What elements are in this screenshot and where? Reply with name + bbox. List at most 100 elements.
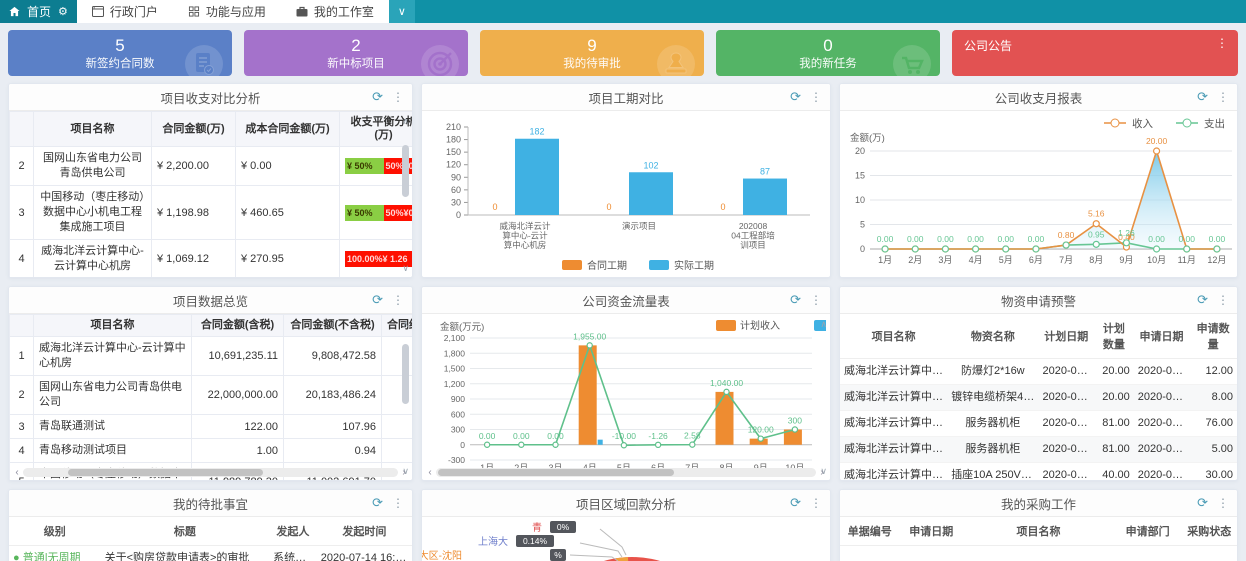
svg-text:5月: 5月 bbox=[999, 255, 1013, 265]
announcement-title: 公司公告 bbox=[964, 39, 1012, 53]
scrollbar-thumb[interactable] bbox=[402, 145, 409, 197]
nav-home-tab[interactable]: 首页 ⚙ bbox=[0, 0, 77, 23]
apply-date-cell: 2020-06-28 bbox=[1134, 437, 1190, 463]
column-header: 计划数量 bbox=[1094, 314, 1134, 359]
table-row[interactable]: 1威海北洋云计算中心-云计算中心机房10,691,235.119,808,472… bbox=[10, 337, 413, 376]
amount-cell: 0.00 bbox=[382, 439, 413, 463]
scrollbar-track[interactable] bbox=[436, 468, 816, 477]
kebab-icon[interactable]: ⋮ bbox=[1217, 496, 1229, 510]
table-row[interactable]: 2国网山东省电力公司青岛供电公司¥ 2,200.00¥ 0.00¥ 50%50%… bbox=[10, 147, 413, 186]
table-row[interactable]: ● 普通|无周期关于<购房贷款申请表>的审批系统管理员2020-07-14 16… bbox=[9, 546, 412, 561]
svg-text:4月: 4月 bbox=[969, 255, 983, 265]
announcement-card[interactable]: 公司公告 ⋮ bbox=[952, 30, 1238, 76]
nav-tab-my-studio[interactable]: 我的工作室 bbox=[281, 0, 389, 23]
refresh-icon[interactable]: ⟳ bbox=[372, 495, 383, 511]
horizontal-scrollbar[interactable]: ‹› bbox=[424, 467, 828, 478]
table-row[interactable]: 3中国移动（枣庄移动）数据中心小机电工程集成施工项目¥ 1,198.98¥ 46… bbox=[10, 186, 413, 240]
table-row[interactable]: 威海北洋云计算中心-云计算...插座10A 250V 三极五孔插座2020-06… bbox=[840, 463, 1237, 481]
amount-cell: 0.94 bbox=[284, 439, 382, 463]
kebab-icon[interactable]: ⋮ bbox=[392, 90, 404, 104]
scroll-chevron[interactable]: ∧ bbox=[820, 320, 827, 329]
kebab-icon[interactable]: ⋮ bbox=[810, 90, 822, 104]
contract-amount-cell: ¥ 1,069.12 bbox=[152, 240, 236, 278]
amount-cell: 10,691,235.11 bbox=[192, 337, 284, 376]
panel-title: 项目收支对比分析 bbox=[160, 88, 260, 107]
table-row[interactable]: 2国网山东省电力公司青岛供电公司22,000,000.0020,183,486.… bbox=[10, 376, 413, 415]
kpi-card-my-approvals[interactable]: 9 我的待审批 bbox=[480, 30, 704, 76]
gear-icon[interactable]: ⚙ bbox=[58, 5, 68, 18]
table-row[interactable]: 4威海北洋云计算中心-云计算中心机房¥ 1,069.12¥ 270.95100.… bbox=[10, 240, 413, 278]
kebab-icon[interactable]: ⋮ bbox=[392, 496, 404, 510]
column-header: 申请日期 bbox=[1134, 314, 1190, 359]
column-header: 物资名称 bbox=[947, 314, 1038, 359]
material-name-cell: 服务器机柜 bbox=[947, 411, 1038, 437]
svg-text:1,500: 1,500 bbox=[444, 364, 466, 374]
kebab-icon[interactable]: ⋮ bbox=[810, 496, 822, 510]
scroll-chevron[interactable]: ∧ bbox=[402, 117, 409, 126]
kebab-icon[interactable]: ⋮ bbox=[1217, 293, 1229, 307]
kebab-icon[interactable]: ⋮ bbox=[810, 293, 822, 307]
refresh-icon[interactable]: ⟳ bbox=[1197, 292, 1208, 308]
project-name-cell: 中国移动（枣庄移动）数据中心小机电工程集成施工项目 bbox=[34, 186, 152, 240]
scroll-right-arrow[interactable]: › bbox=[398, 467, 410, 478]
plan-qty-cell: 40.00 bbox=[1094, 463, 1134, 481]
cost-amount-cell: ¥ 460.65 bbox=[236, 186, 340, 240]
svg-text:5: 5 bbox=[860, 220, 865, 230]
kpi-label: 新中标项目 bbox=[327, 55, 385, 71]
plan-date-cell: 2020-06-22 bbox=[1038, 411, 1094, 437]
refresh-icon[interactable]: ⟳ bbox=[372, 89, 383, 105]
table-row[interactable]: 威海北洋云计算中心-云计算...服务器机柜2020-06-2281.002020… bbox=[840, 411, 1237, 437]
table-row[interactable]: 4青岛移动测试项目1.000.940.000.0 bbox=[10, 439, 413, 463]
refresh-icon[interactable]: ⟳ bbox=[1197, 495, 1208, 511]
scroll-chevron[interactable]: ∧ bbox=[402, 320, 409, 329]
scrollbar-thumb[interactable] bbox=[438, 469, 674, 476]
panel-title: 项目区域回款分析 bbox=[576, 494, 676, 513]
amount-cell: 1.00 bbox=[192, 439, 284, 463]
amount-cell: 9,808,472.58 bbox=[284, 337, 382, 376]
svg-text:20.00: 20.00 bbox=[1146, 136, 1168, 146]
kebab-icon[interactable]: ⋮ bbox=[1216, 36, 1228, 50]
refresh-icon[interactable]: ⟳ bbox=[372, 292, 383, 308]
table-row[interactable]: 3青岛联通测试122.00107.960.000.0 bbox=[10, 415, 413, 439]
balance-bar: ¥ 50%50%¥0.0 bbox=[345, 205, 412, 221]
table-row[interactable]: 威海北洋云计算中心-云计算...服务器机柜2020-06-2281.002020… bbox=[840, 437, 1237, 463]
scrollbar-thumb[interactable] bbox=[68, 469, 263, 476]
kpi-card-new-contracts[interactable]: 5 新签约合同数 bbox=[8, 30, 232, 76]
kebab-icon[interactable]: ⋮ bbox=[392, 293, 404, 307]
nav-tab-functions-apps[interactable]: 功能与应用 bbox=[173, 0, 281, 23]
income-expense-table: 项目名称合同金额(万)成本合同金额(万)收支平衡分析(万)2国网山东省电力公司青… bbox=[9, 111, 412, 277]
refresh-icon[interactable]: ⟳ bbox=[1197, 89, 1208, 105]
svg-text:1,955.00: 1,955.00 bbox=[573, 331, 606, 341]
kpi-card-my-tasks[interactable]: 0 我的新任务 bbox=[716, 30, 940, 76]
svg-text:1.26: 1.26 bbox=[1118, 228, 1135, 238]
svg-text:金额(万): 金额(万) bbox=[850, 132, 885, 144]
amount-cell: 122.00 bbox=[192, 415, 284, 439]
scroll-left-arrow[interactable]: ‹ bbox=[424, 467, 436, 478]
scroll-chevron[interactable]: ∨ bbox=[402, 264, 409, 273]
refresh-icon[interactable]: ⟳ bbox=[790, 495, 801, 511]
table-row[interactable]: 威海北洋云计算中心-云计算...镀锌电缆桥架400*1002020-06-222… bbox=[840, 385, 1237, 411]
refresh-icon[interactable]: ⟳ bbox=[790, 292, 801, 308]
project-name-cell: 国网山东省电力公司青岛供电公司 bbox=[34, 147, 152, 186]
scrollbar-track[interactable] bbox=[23, 468, 398, 477]
kebab-icon[interactable]: ⋮ bbox=[1217, 90, 1229, 104]
svg-text:收入: 收入 bbox=[1132, 117, 1154, 130]
kpi-card-new-bids[interactable]: 2 新中标项目 bbox=[244, 30, 468, 76]
row-index: 2 bbox=[10, 147, 34, 186]
svg-text:202008: 202008 bbox=[739, 221, 768, 231]
svg-text:-10.00: -10.00 bbox=[612, 431, 636, 441]
svg-text:0.00: 0.00 bbox=[877, 234, 894, 244]
horizontal-scrollbar[interactable]: ‹› bbox=[11, 467, 410, 478]
table-row[interactable]: 威海北洋云计算中心-云计算...防爆灯2*16w2020-06-2220.002… bbox=[840, 359, 1237, 385]
scroll-right-arrow[interactable]: › bbox=[816, 467, 828, 478]
material-name-cell: 防爆灯2*16w bbox=[947, 359, 1038, 385]
amount-cell: 20,183,486.24 bbox=[284, 376, 382, 415]
chevron-down-icon[interactable]: ∨ bbox=[389, 0, 415, 23]
scrollbar-thumb[interactable] bbox=[402, 344, 409, 404]
nav-tab-admin-portal[interactable]: 行政门户 bbox=[77, 0, 173, 23]
svg-text:210: 210 bbox=[446, 122, 461, 132]
refresh-icon[interactable]: ⟳ bbox=[790, 89, 801, 105]
scroll-left-arrow[interactable]: ‹ bbox=[11, 467, 23, 478]
svg-text:0.00: 0.00 bbox=[967, 234, 984, 244]
panel-title: 项目数据总览 bbox=[173, 291, 248, 310]
